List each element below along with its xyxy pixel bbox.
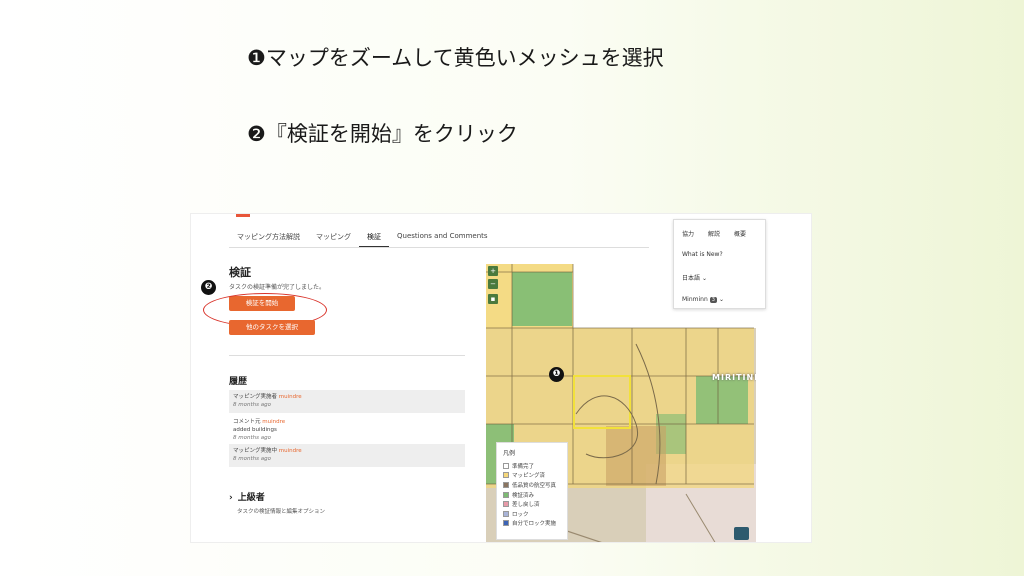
legend-label: 検証済み: [512, 492, 535, 499]
step1-instruction: ❶マップをズームして黄色いメッシュを選択: [247, 42, 664, 72]
history-comment: added buildings: [233, 427, 277, 433]
legend-label: 準備完了: [512, 463, 535, 470]
tabs-divider: [229, 247, 649, 248]
legend-item: 自分でロック実施: [503, 519, 561, 529]
layers-icon[interactable]: [734, 527, 749, 540]
fullscreen-icon[interactable]: ▪: [488, 294, 498, 304]
history-heading: 履歴: [229, 377, 248, 387]
legend-label: 自分でロック実施: [512, 521, 557, 528]
step1-text: マップをズームして黄色いメッシュを選択: [265, 46, 664, 70]
step2-instruction: ❷『検証を開始』をクリック: [247, 118, 518, 148]
menu-item-whats-new[interactable]: What is New?: [682, 251, 723, 258]
legend-item: 準備完了: [503, 461, 561, 471]
notification-count-badge: 3: [709, 297, 717, 303]
chevron-down-icon: ⌄: [718, 296, 724, 303]
legend-item: 検証済み: [503, 490, 561, 500]
user-dropdown-menu: 協力 解説 概要 What is New? 日本語 ⌄ Minminn 3 ⌄: [673, 219, 766, 309]
step1-badge: ❶: [247, 46, 266, 70]
history-item: コメント元 muindre added buildings 8 months a…: [229, 415, 465, 443]
brand-accent: [236, 214, 250, 217]
legend-swatch: [503, 510, 509, 517]
legend-label: ロック: [512, 511, 529, 518]
advanced-heading: 上級者: [237, 493, 265, 503]
history-user-link[interactable]: muindre: [262, 419, 285, 425]
task-tile-validated[interactable]: [696, 376, 748, 424]
advanced-description: タスクの検証情報と編集オプション: [237, 509, 326, 515]
tab-mapping[interactable]: マッピング: [308, 226, 359, 248]
section-divider: [229, 355, 465, 356]
menu-item-about[interactable]: 概要: [734, 229, 746, 238]
tab-mapping-guide[interactable]: マッピング方法解説: [229, 226, 308, 248]
history-time: 8 months ago: [233, 456, 271, 462]
zoom-in-button[interactable]: +: [488, 266, 498, 276]
legend-swatch: [503, 472, 509, 479]
validation-status-text: タスクの検証準備が完了しました。: [229, 284, 326, 291]
history-item: マッピング実施者 muindre 8 months ago: [229, 390, 465, 413]
chevron-down-icon: ⌄: [701, 275, 707, 282]
legend-label: マッピング済: [512, 473, 546, 480]
legend-item: 低品質の航空写真: [503, 480, 561, 490]
legend-swatch: [503, 501, 509, 508]
zoom-out-button[interactable]: −: [488, 279, 498, 289]
legend-swatch: [503, 462, 509, 469]
select-other-task-button[interactable]: 他のタスクを選択: [229, 320, 315, 335]
user-menu[interactable]: Minminn 3 ⌄: [682, 296, 724, 303]
dropdown-top-links: 協力 解説 概要: [682, 229, 746, 238]
advanced-section-toggle[interactable]: › 上級者: [229, 490, 265, 503]
legend-item: ロック: [503, 509, 561, 519]
history-time: 8 months ago: [233, 435, 271, 441]
history-user-link[interactable]: muindre: [279, 394, 302, 400]
annotation-badge-1: ❶: [549, 367, 564, 382]
legend-title: 凡例: [503, 450, 516, 457]
annotation-badge-2: ❷: [201, 280, 216, 295]
history-item: マッピング実施中 muindre 8 months ago: [229, 444, 465, 467]
legend-swatch: [503, 481, 509, 488]
legend-label: 差し戻し済: [512, 502, 540, 509]
map-legend: 凡例 準備完了 マッピング済 低品質の航空写真 検証済み 差し戻し済 ロック 自…: [496, 442, 568, 540]
legend-swatch: [503, 491, 509, 498]
history-action: コメント元: [233, 419, 261, 425]
validation-heading: 検証: [229, 266, 251, 279]
chevron-right-icon: ›: [229, 493, 233, 503]
task-tabs: マッピング方法解説 マッピング 検証 Questions and Comment…: [229, 226, 496, 248]
legend-item: マッピング済: [503, 471, 561, 481]
tab-validation[interactable]: 検証: [359, 226, 389, 248]
step2-badge: ❷: [247, 122, 266, 146]
history-action: マッピング実施者: [233, 394, 278, 400]
menu-item-contribute[interactable]: 協力: [682, 229, 694, 238]
menu-item-learn[interactable]: 解説: [708, 229, 720, 238]
step2-text: 『検証を開始』をクリック: [265, 122, 518, 146]
legend-label: 低品質の航空写真: [512, 482, 557, 489]
history-action: マッピング実施中: [233, 448, 278, 454]
language-label: 日本語: [682, 275, 701, 282]
task-manager-screenshot: マッピング方法解説 マッピング 検証 Questions and Comment…: [190, 213, 812, 543]
history-user-link[interactable]: muindre: [279, 448, 302, 454]
task-tile-validated[interactable]: [512, 272, 572, 326]
language-selector[interactable]: 日本語 ⌄: [682, 273, 707, 282]
tab-questions[interactable]: Questions and Comments: [389, 226, 496, 248]
history-time: 8 months ago: [233, 402, 271, 408]
legend-item: 差し戻し済: [503, 499, 561, 509]
legend-swatch: [503, 520, 509, 527]
username: Minminn: [682, 296, 708, 303]
place-label: MIRITINI: [712, 373, 756, 382]
